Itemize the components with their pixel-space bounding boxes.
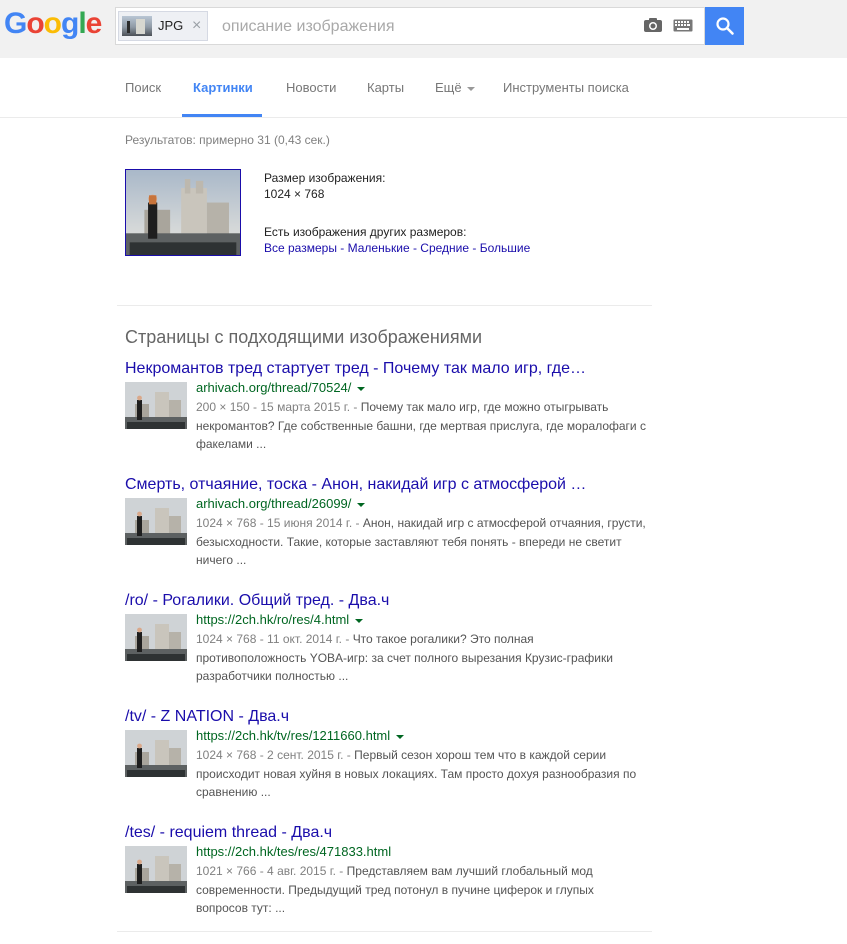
result-thumbnail[interactable] — [125, 614, 187, 661]
game-scene-image — [126, 170, 240, 255]
result-stats: Результатов: примерно 31 (0,43 сек.) — [125, 133, 330, 147]
size-links: Все размеры - Маленькие - Средние - Боль… — [264, 241, 530, 255]
search-box: JPG × — [115, 7, 705, 45]
result-thumbnail[interactable] — [125, 846, 187, 893]
tab-more-label: Ещё — [435, 80, 462, 95]
close-icon[interactable]: × — [192, 17, 201, 35]
search-icon — [715, 17, 734, 35]
result-url-text: arhivach.org/thread/26099/ — [196, 496, 352, 511]
section-title: Страницы с подходящими изображениями — [125, 327, 483, 347]
logo-letter: l — [78, 7, 86, 40]
tab-more[interactable]: Ещё — [435, 80, 475, 95]
result-meta: 200 × 150 - 15 марта 2015 г. - — [196, 400, 361, 414]
query-image-thumbnail — [122, 16, 152, 36]
game-scene-image — [125, 846, 187, 893]
header: Google JPG × — [0, 0, 847, 59]
google-logo[interactable]: Google — [4, 7, 103, 41]
logo-letter: e — [85, 7, 103, 40]
link-medium[interactable]: Средние — [420, 241, 469, 255]
image-size-label: Размер изображения: — [264, 171, 386, 185]
result-thumbnail[interactable] — [125, 730, 187, 777]
result-thumbnail[interactable] — [125, 498, 187, 545]
result-snippet: 1024 × 768 - 11 окт. 2014 г. - Что такое… — [196, 630, 646, 686]
result-title-link[interactable]: /tes/ - requiem thread - Два.ч — [125, 824, 332, 842]
game-scene-image — [125, 382, 187, 429]
chip-label: JPG — [158, 18, 184, 33]
result-snippet: 1024 × 768 - 2 сент. 2015 г. - Первый се… — [196, 746, 646, 802]
result-url-text: https://2ch.hk/tes/res/471833.html — [196, 844, 392, 859]
tab-search-tools[interactable]: Инструменты поиска — [503, 80, 629, 95]
chevron-down-icon[interactable] — [357, 502, 366, 507]
link-separator: - — [336, 241, 348, 255]
result-title-link[interactable]: /tv/ - Z NATION - Два.ч — [125, 708, 289, 726]
tab-news[interactable]: Новости — [286, 80, 336, 95]
result-url: https://2ch.hk/tv/res/1211660.html — [196, 728, 405, 743]
logo-letter: g — [61, 7, 79, 40]
result-snippet: 1024 × 768 - 15 июня 2014 г. - Анон, нак… — [196, 514, 646, 570]
result-url-text: https://2ch.hk/tv/res/1211660.html — [196, 728, 391, 743]
query-image-preview[interactable] — [125, 169, 241, 256]
tab-maps[interactable]: Карты — [367, 80, 404, 95]
result-meta: 1024 × 768 - 15 июня 2014 г. - — [196, 516, 363, 530]
result-url: https://2ch.hk/ro/res/4.html — [196, 612, 364, 627]
chevron-down-icon[interactable] — [396, 734, 405, 739]
other-sizes-label: Есть изображения других размеров: — [264, 225, 467, 239]
result-url-text: https://2ch.hk/ro/res/4.html — [196, 612, 350, 627]
image-size-value: 1024 × 768 — [264, 187, 325, 201]
result-meta: 1024 × 768 - 11 окт. 2014 г. - — [196, 632, 353, 646]
divider — [117, 305, 652, 306]
divider — [117, 931, 652, 932]
result-meta: 1024 × 768 - 2 сент. 2015 г. - — [196, 748, 355, 762]
tab-search[interactable]: Поиск — [125, 80, 161, 95]
link-small[interactable]: Маленькие — [348, 241, 410, 255]
result-snippet: 200 × 150 - 15 марта 2015 г. - Почему та… — [196, 398, 646, 454]
chevron-down-icon — [466, 86, 475, 91]
link-separator: - — [409, 241, 421, 255]
result-thumbnail[interactable] — [125, 382, 187, 429]
result-snippet: 1021 × 766 - 4 авг. 2015 г. - Представля… — [196, 862, 646, 918]
result-url-text: arhivach.org/thread/70524/ — [196, 380, 352, 395]
result-title-link[interactable]: /ro/ - Рогалики. Общий тред. - Два.ч — [125, 592, 389, 610]
tab-images[interactable]: Картинки — [193, 80, 253, 95]
game-scene-image — [125, 730, 187, 777]
image-query-chip[interactable]: JPG × — [118, 11, 208, 41]
chevron-down-icon[interactable] — [357, 386, 366, 391]
link-large[interactable]: Большие — [480, 241, 531, 255]
search-button[interactable] — [705, 7, 744, 45]
search-input[interactable] — [220, 12, 634, 42]
camera-icon[interactable] — [643, 17, 663, 33]
logo-letter: o — [26, 7, 44, 40]
game-scene-image — [125, 614, 187, 661]
keyboard-icon[interactable] — [673, 19, 693, 32]
result-url: https://2ch.hk/tes/res/471833.html — [196, 844, 391, 859]
link-separator: - — [469, 241, 480, 255]
result-title-link[interactable]: Смерть, отчаяние, тоска - Анон, накидай … — [125, 476, 586, 494]
result-url: arhivach.org/thread/26099/ — [196, 496, 366, 511]
result-title-link[interactable]: Некромантов тред стартует тред - Почему … — [125, 360, 586, 378]
result-meta: 1021 × 766 - 4 авг. 2015 г. - — [196, 864, 347, 878]
chevron-down-icon[interactable] — [355, 618, 364, 623]
active-tab-indicator — [182, 114, 262, 117]
game-scene-image — [125, 498, 187, 545]
logo-letter: o — [43, 7, 62, 40]
logo-letter: G — [4, 7, 27, 40]
search-tabs: Поиск Картинки Новости Карты Ещё Инструм… — [0, 58, 847, 118]
link-all-sizes[interactable]: Все размеры — [264, 241, 337, 255]
result-url: arhivach.org/thread/70524/ — [196, 380, 366, 395]
